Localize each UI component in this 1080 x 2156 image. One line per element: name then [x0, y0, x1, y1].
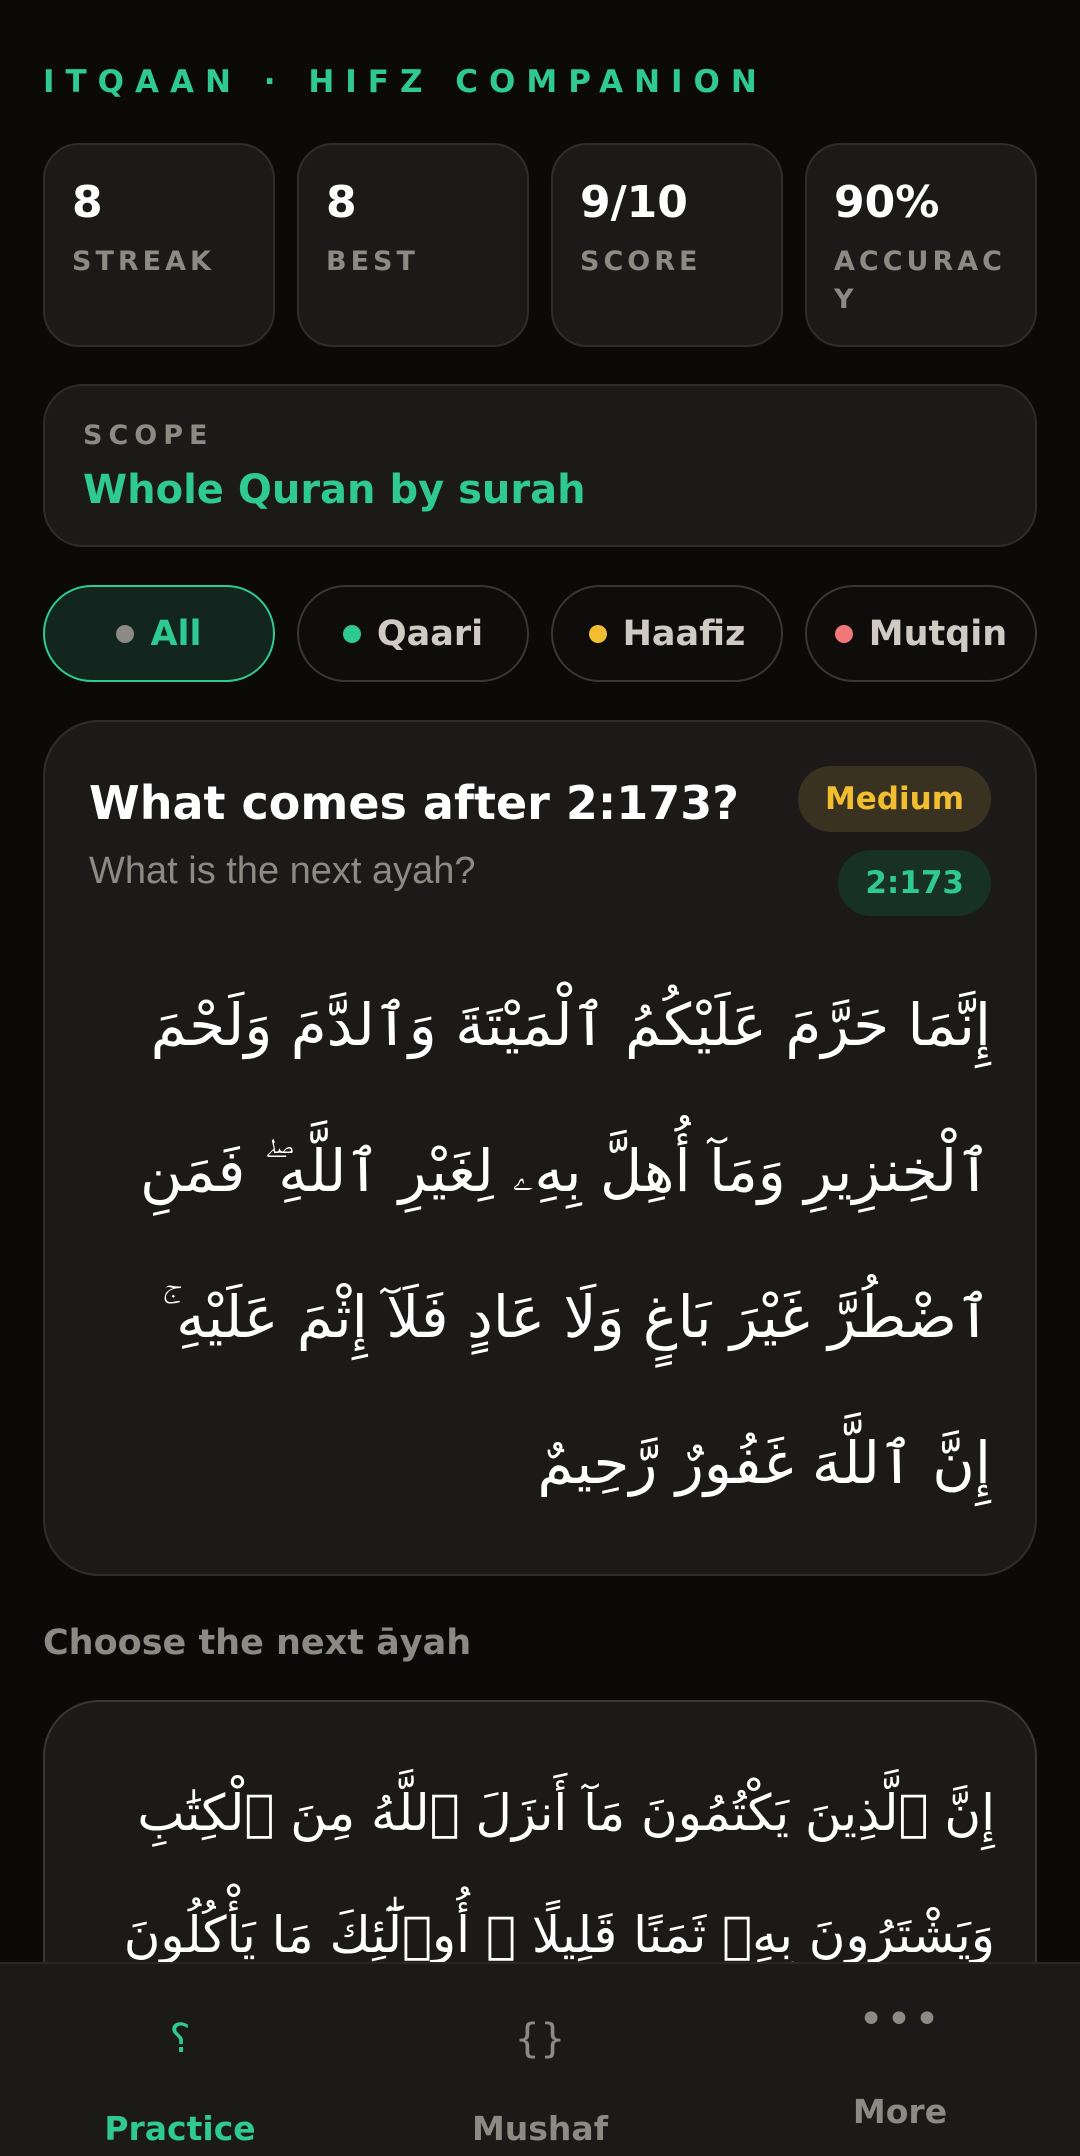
stat-accuracy-value: 90%: [834, 177, 940, 228]
app-brand-title: ITQAAN · HIFZ COMPANION: [43, 64, 768, 100]
stat-streak-value: 8: [72, 177, 103, 228]
filter-chip-label: All: [150, 613, 202, 654]
bottom-tab-bar: ؟ Practice {} Mushaf ••• More: [0, 1962, 1080, 2156]
scope-label: SCOPE: [83, 420, 214, 451]
stat-best: 8 BEST: [297, 143, 529, 347]
filter-chip-label: Haafiz: [622, 613, 746, 654]
level-dot-icon: [834, 624, 853, 643]
answer-option-text: إِنَّ ٱلَّذِينَ يَكْتُمُونَ مَآ أَنزَلَ …: [123, 1784, 995, 1964]
stat-score: 9/10 SCORE: [551, 143, 783, 347]
level-dot-icon: [588, 624, 607, 643]
tab-label: More: [852, 2092, 948, 2131]
tab-label: Practice: [104, 2109, 256, 2148]
filter-chip-label: Qaari: [376, 613, 484, 654]
tab-practice[interactable]: ؟ Practice: [0, 1964, 360, 2156]
stat-score-value: 9/10: [580, 177, 688, 228]
question-title: What comes after 2:173?: [89, 776, 739, 830]
tab-more[interactable]: ••• More: [720, 1964, 1080, 2156]
ayah-text: إِنَّمَا حَرَّمَ عَلَيْكُمُ ٱلْمَيْتَةَ …: [139, 991, 991, 1497]
more-dots-icon: •••: [858, 1994, 942, 2045]
level-filter-chips: All Qaari Haafiz Mutqin: [43, 585, 1037, 682]
stat-best-label: BEST: [326, 246, 419, 277]
tab-label: Mushaf: [471, 2109, 609, 2148]
question-card: What comes after 2:173? What is the next…: [43, 720, 1037, 1576]
stat-streak-label: STREAK: [72, 246, 215, 277]
level-dot-icon: [116, 624, 135, 643]
stat-streak: 8 STREAK: [43, 143, 275, 347]
difficulty-badge: Medium: [797, 766, 991, 832]
tab-mushaf[interactable]: {} Mushaf: [360, 1964, 720, 2156]
level-dot-icon: [342, 624, 361, 643]
stats-row: 8 STREAK 8 BEST 9/10 SCORE 90% ACCURACY: [43, 143, 1037, 347]
stat-accuracy: 90% ACCURACY: [805, 143, 1037, 347]
filter-chip-mutqin[interactable]: Mutqin: [805, 585, 1037, 682]
filter-chip-all[interactable]: All: [43, 585, 275, 682]
scope-selector[interactable]: SCOPE Whole Quran by surah: [43, 384, 1037, 547]
stat-best-value: 8: [326, 177, 357, 228]
question-subtitle: What is the next ayah?: [89, 850, 476, 892]
stat-score-label: SCORE: [580, 246, 702, 277]
scope-value: Whole Quran by surah: [83, 467, 586, 513]
ayah-reference-badge: 2:173: [838, 850, 991, 916]
braces-book-icon: {}: [514, 2016, 566, 2062]
choices-heading: Choose the next āyah: [43, 1623, 472, 1663]
stat-accuracy-label: ACCURACY: [834, 246, 1006, 315]
filter-chip-label: Mutqin: [868, 613, 1008, 654]
filter-chip-qaari[interactable]: Qaari: [297, 585, 529, 682]
filter-chip-haafiz[interactable]: Haafiz: [551, 585, 783, 682]
hifz-practice-screen: ITQAAN · HIFZ COMPANION 8 STREAK 8 BEST …: [0, 0, 1080, 2156]
question-mark-icon: ؟: [169, 2016, 191, 2062]
